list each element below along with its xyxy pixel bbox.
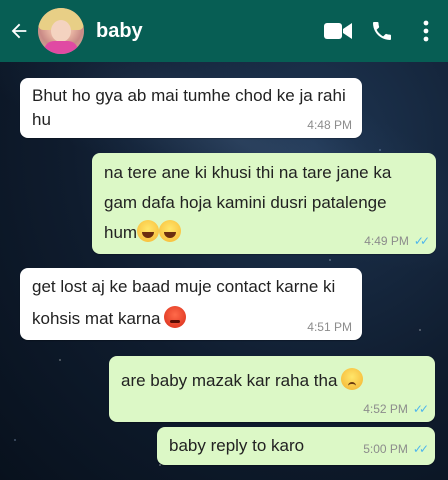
sad-face-emoji bbox=[341, 368, 364, 390]
more-vertical-icon[interactable] bbox=[404, 0, 448, 62]
message-outgoing[interactable]: are baby mazak kar raha tha 4:52 PM ✓✓ bbox=[109, 356, 435, 422]
message-text: Bhut ho gya ab mai tumhe chod ke ja rahi… bbox=[32, 86, 346, 129]
arrow-left-icon[interactable] bbox=[2, 0, 36, 62]
message-text: baby reply to karo bbox=[169, 436, 305, 455]
read-ticks-icon: ✓✓ bbox=[413, 234, 430, 248]
message-time: 5:00 PM ✓✓ bbox=[363, 442, 429, 456]
message-time: 4:52 PM ✓✓ bbox=[363, 402, 429, 416]
message-text: are baby mazak kar raha tha bbox=[121, 371, 338, 390]
chat-screen: baby Bhut ho gya ab mai tumhe chod ke ja… bbox=[0, 0, 448, 480]
laughing-emoji bbox=[137, 220, 182, 242]
message-time: 4:51 PM bbox=[307, 320, 352, 334]
contact-avatar[interactable] bbox=[38, 8, 84, 54]
angry-face-emoji bbox=[163, 306, 186, 328]
message-time: 4:48 PM bbox=[307, 118, 352, 132]
read-ticks-icon: ✓✓ bbox=[412, 442, 429, 456]
message-incoming[interactable]: get lost aj ke baad muje contact karne k… bbox=[20, 268, 362, 340]
video-camera-icon[interactable] bbox=[316, 0, 360, 62]
contact-name[interactable]: baby bbox=[96, 20, 316, 43]
chat-header: baby bbox=[0, 0, 448, 62]
message-outgoing[interactable]: baby reply to karo 5:00 PM ✓✓ bbox=[157, 427, 435, 465]
message-incoming[interactable]: Bhut ho gya ab mai tumhe chod ke ja rahi… bbox=[20, 78, 362, 138]
phone-icon[interactable] bbox=[360, 0, 404, 62]
message-outgoing[interactable]: na tere ane ki khusi thi na tare jane ka… bbox=[92, 153, 436, 254]
message-time: 4:49 PM ✓✓ bbox=[364, 234, 430, 248]
read-ticks-icon: ✓✓ bbox=[412, 402, 429, 416]
